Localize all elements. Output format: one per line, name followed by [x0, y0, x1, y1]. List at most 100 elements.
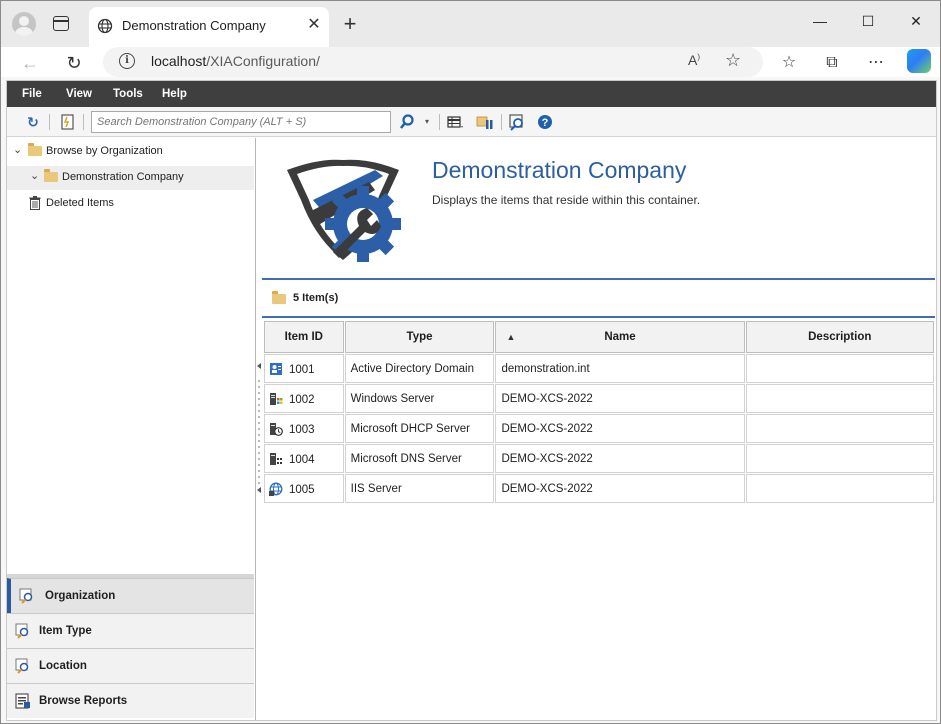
tree-item-label: Browse by Organization — [46, 145, 163, 157]
cell-item-id[interactable]: 1001 — [264, 354, 344, 383]
address-bar-row: ← ↻ i localhost/XIAConfiguration/ A) ☆ ☆… — [1, 47, 940, 77]
navigation-panel: ⌄ Browse by Organization ⌄ Demonstration… — [7, 138, 256, 720]
info-icon[interactable]: i — [119, 53, 135, 69]
sort-ascending-icon: ▲ — [506, 332, 516, 342]
more-icon[interactable]: ⋯ — [863, 50, 889, 76]
toolbar-separator — [83, 114, 84, 130]
collections-icon[interactable]: ⧉ — [819, 50, 845, 76]
menu-view[interactable]: View — [66, 81, 92, 107]
refresh-icon[interactable]: ↻ — [60, 50, 88, 76]
items-table: Item ID Type ▲ Name Description 1001 Act… — [263, 320, 935, 504]
cell-type: Microsoft DNS Server — [344, 444, 495, 473]
folder-open-icon — [28, 143, 42, 156]
chevron-down-icon[interactable]: ⌄ — [13, 143, 22, 156]
cell-item-id[interactable]: 1004 — [264, 444, 344, 473]
cell-item-id[interactable]: 1003 — [264, 414, 344, 443]
cell-type: IIS Server — [344, 474, 495, 503]
accordion-label: Browse Reports — [39, 695, 128, 707]
svg-text:?: ? — [542, 117, 549, 129]
table-row[interactable]: 1002 Windows Server DEMO-XCS-2022 — [264, 384, 934, 413]
table-header-row: Item ID Type ▲ Name Description — [264, 321, 934, 353]
help-icon[interactable]: ? — [535, 112, 555, 132]
menu-tools[interactable]: Tools — [113, 81, 143, 107]
toolbar-separator — [501, 114, 502, 130]
search-icon[interactable] — [397, 112, 417, 132]
tab-actions-icon[interactable] — [53, 16, 69, 31]
browser-window: Demonstration Company ✕ + — ☐ ✕ ← ↻ i lo… — [0, 0, 941, 724]
maximize-icon[interactable]: ☐ — [844, 1, 892, 41]
reports-icon — [15, 693, 30, 709]
cell-description — [745, 474, 934, 503]
read-aloud-icon[interactable]: A) — [688, 52, 700, 68]
column-header-item-id[interactable]: Item ID — [264, 321, 344, 353]
url-path: /XIAConfiguration/ — [206, 53, 320, 69]
globe-icon — [97, 18, 113, 34]
accordion-label: Organization — [45, 590, 116, 602]
profile-icon[interactable] — [12, 12, 36, 36]
application: File View Tools Help ↻ ▾ — [6, 80, 937, 721]
company-logo-icon — [287, 159, 401, 262]
page-description: Displays the items that reside within th… — [432, 193, 701, 207]
cell-name: DEMO-XCS-2022 — [495, 384, 745, 413]
cell-name: DEMO-XCS-2022 — [495, 444, 745, 473]
search-input[interactable] — [91, 111, 391, 133]
item-id: 1003 — [289, 423, 315, 436]
column-header-name[interactable]: ▲ Name — [495, 321, 745, 353]
page-title: Demonstration Company — [432, 157, 687, 183]
grid-view-icon[interactable] — [445, 112, 465, 132]
window-controls: — ☐ ✕ — [796, 1, 940, 41]
address-bar[interactable]: i localhost/XIAConfiguration/ A) ☆ — [103, 47, 763, 77]
menu-help[interactable]: Help — [162, 81, 187, 107]
dropdown-icon[interactable]: ▾ — [417, 112, 437, 132]
windows-server-icon — [270, 392, 283, 405]
back-icon[interactable]: ← — [16, 50, 44, 76]
accordion-label: Item Type — [39, 625, 92, 637]
toolbar-separator — [439, 114, 440, 130]
table-row[interactable]: 1005 IIS Server DEMO-XCS-2022 — [264, 474, 934, 503]
favorites-icon[interactable]: ☆ — [776, 50, 802, 76]
menu-bar: File View Tools Help — [7, 81, 936, 107]
tree-item-browse-by-organization[interactable]: ⌄ Browse by Organization — [7, 140, 254, 164]
table-row[interactable]: 1004 Microsoft DNS Server DEMO-XCS-2022 — [264, 444, 934, 473]
cell-type: Windows Server — [344, 384, 495, 413]
toolbar: ↻ ▾ — [7, 107, 936, 137]
divider — [262, 316, 935, 318]
organization-icon — [19, 588, 33, 604]
favorite-star-icon[interactable]: ☆ — [725, 50, 741, 71]
table-row[interactable]: 1001 Active Directory Domain demonstrati… — [264, 354, 934, 383]
window-close-icon[interactable]: ✕ — [892, 1, 940, 41]
minimize-icon[interactable]: — — [796, 1, 844, 41]
accordion-location[interactable]: Location — [7, 648, 254, 683]
folder-open-icon — [44, 169, 58, 182]
find-icon[interactable] — [507, 112, 527, 132]
browser-tab[interactable]: Demonstration Company ✕ — [89, 7, 329, 47]
tree-item-demonstration-company[interactable]: ⌄ Demonstration Company — [7, 166, 254, 190]
item-id: 1005 — [289, 483, 315, 496]
accordion-organization[interactable]: Organization — [7, 578, 254, 613]
column-header-label: Name — [604, 331, 636, 343]
cell-item-id[interactable]: 1005 — [264, 474, 344, 503]
cell-name: DEMO-XCS-2022 — [495, 414, 745, 443]
cell-item-id[interactable]: 1002 — [264, 384, 344, 413]
copilot-icon[interactable] — [907, 49, 931, 73]
table-row[interactable]: 1003 Microsoft DHCP Server DEMO-XCS-2022 — [264, 414, 934, 443]
active-directory-icon — [270, 362, 282, 375]
folder-columns-icon[interactable] — [475, 112, 495, 132]
menu-file[interactable]: File — [22, 81, 42, 107]
report-icon[interactable] — [57, 112, 77, 132]
accordion-browse-reports[interactable]: Browse Reports — [7, 683, 254, 718]
accordion-label: Location — [39, 660, 87, 672]
accordion-item-type[interactable]: Item Type — [7, 613, 254, 648]
toolbar-separator — [49, 114, 50, 130]
refresh-icon[interactable]: ↻ — [23, 112, 43, 132]
chevron-down-icon[interactable]: ⌄ — [30, 169, 39, 182]
close-icon[interactable]: ✕ — [304, 15, 324, 35]
tree-item-deleted-items[interactable]: Deleted Items — [7, 192, 254, 216]
folder-icon — [272, 291, 286, 304]
item-count-bar: 5 Item(s) — [262, 280, 935, 316]
column-header-description[interactable]: Description — [745, 321, 934, 353]
tab-title: Demonstration Company — [122, 18, 266, 33]
column-header-type[interactable]: Type — [344, 321, 495, 353]
tree-item-label: Deleted Items — [46, 197, 114, 209]
new-tab-icon[interactable]: + — [339, 13, 361, 35]
